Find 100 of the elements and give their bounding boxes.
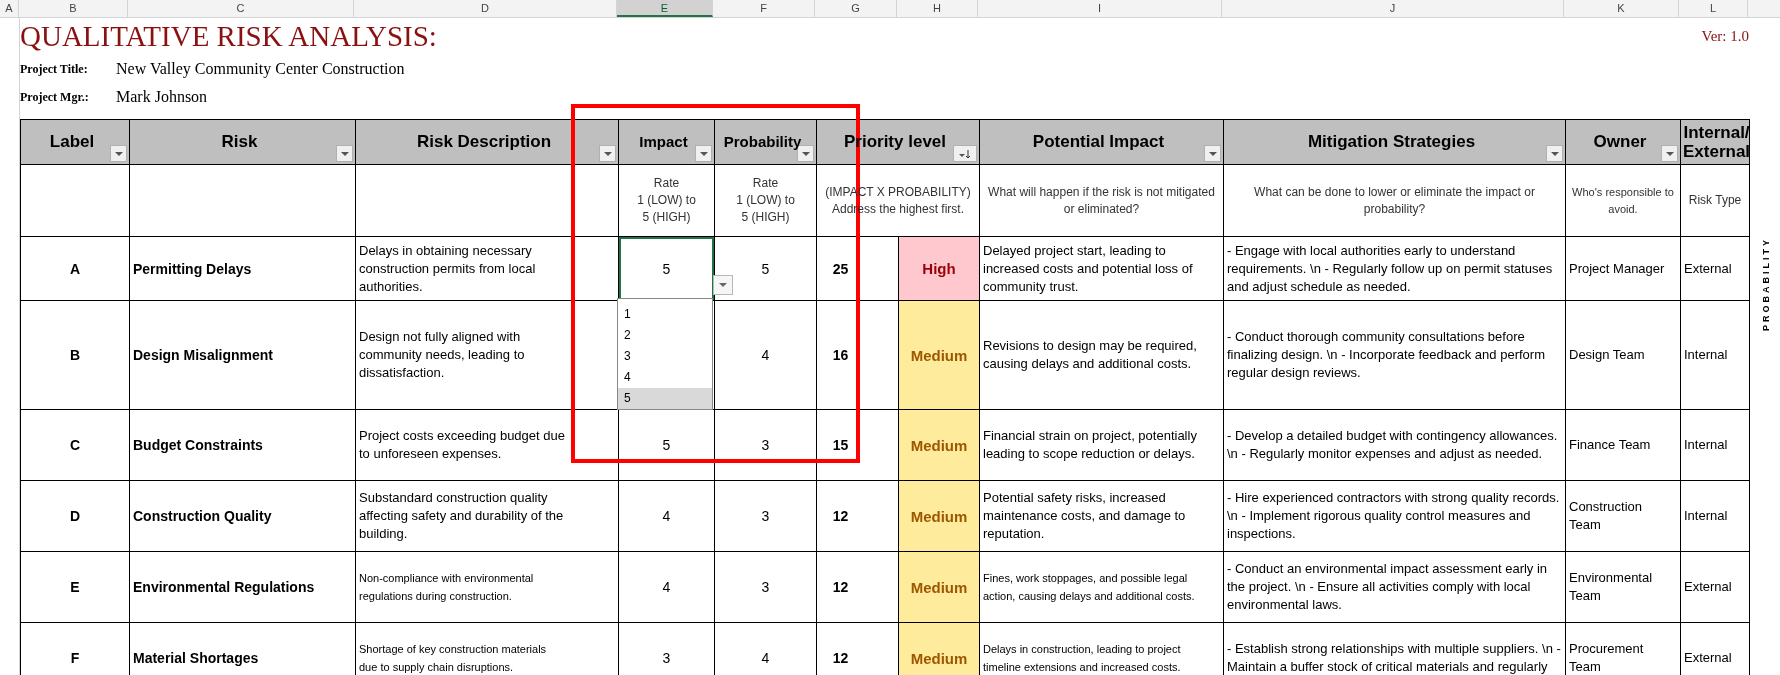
column-letter[interactable]: H	[897, 0, 978, 17]
table-cell: 4	[714, 300, 817, 410]
priority-cell: Medium	[898, 300, 980, 410]
table-cell: Internal	[1680, 300, 1750, 410]
table-cell: - Engage with local authorities early to understand requirements. \n - Regularly follow up on permit statuses and adjust schedule as needed.	[1223, 236, 1566, 301]
column-letter[interactable]: B	[19, 0, 128, 17]
table-cell: External	[1680, 551, 1750, 623]
column-header: Internal/ External	[1680, 119, 1750, 165]
table-cell: - Conduct an environmental impact assessment early in the project. \n - Ensure all activities comply with local environmental laws.	[1223, 551, 1566, 623]
filter-button[interactable]	[110, 145, 127, 162]
filter-button[interactable]	[1546, 145, 1563, 162]
column-letter[interactable]: F	[713, 0, 815, 17]
table-cell: Environmental Team	[1565, 551, 1681, 623]
table-cell: Project Manager	[1565, 236, 1681, 301]
sort-filter-button[interactable]	[953, 145, 977, 162]
column-header: Risk Description	[355, 119, 619, 165]
field-value: Mark Johnson	[116, 88, 208, 106]
table-cell: B	[20, 300, 130, 410]
priority-cell: Medium	[898, 622, 980, 675]
table-cell: Finance Team	[1565, 409, 1681, 481]
table-cell: External	[1680, 236, 1750, 301]
table-cell: Potential safety risks, increased maintenance costs, and damage to reputation.	[979, 480, 1224, 552]
column-note: Rate 1 (LOW) to 5 (HIGH)	[736, 176, 795, 224]
column-letter[interactable]: G	[815, 0, 897, 17]
field-value: New Valley Community Center Construction	[116, 60, 405, 78]
table-cell: Non-compliance with environmental regulations during construction.	[355, 551, 619, 623]
column-header: Impact	[618, 119, 715, 165]
table-cell: Construction Team	[1565, 480, 1681, 552]
column-header: Label	[20, 119, 130, 165]
table-cell: Construction Quality	[129, 480, 356, 552]
table-cell: Delayed project start, leading to increased costs and potential loss of community trust.	[979, 236, 1224, 301]
table-cell: Revisions to design may be required, causing delays and additional costs.	[979, 300, 1224, 410]
field-label: Project Title:	[20, 61, 89, 77]
table-cell: Substandard construction quality affecting safety and durability of the building.	[355, 480, 619, 552]
table-cell: Financial strain on project, potentially leading to scope reduction or delays.	[979, 409, 1224, 481]
priority-cell: Medium	[898, 409, 980, 481]
column-letter[interactable]: E	[617, 0, 713, 17]
table-cell: 12	[816, 480, 899, 552]
field-label: Project Mgr.:	[20, 89, 90, 105]
filter-button[interactable]	[1204, 145, 1221, 162]
column-note: Who's responsible to avoid.	[1572, 185, 1674, 215]
column-letter[interactable]: L	[1679, 0, 1748, 17]
column-letter[interactable]: J	[1222, 0, 1564, 17]
table-cell: Internal	[1680, 480, 1750, 552]
dropdown-button[interactable]	[713, 275, 733, 295]
column-note: Risk Type	[1688, 193, 1742, 207]
column-letter[interactable]: A	[0, 0, 19, 17]
table-cell: A	[20, 236, 130, 301]
filter-button[interactable]	[599, 145, 616, 162]
table-cell: Design Team	[1565, 300, 1681, 410]
dropdown-option[interactable]: 4	[618, 367, 712, 388]
table-cell[interactable]: 4	[618, 480, 715, 552]
column-note: What can be done to lower or eliminate the impact or probability?	[1254, 184, 1535, 216]
filter-button[interactable]	[695, 145, 712, 162]
table-cell: 25	[816, 236, 899, 301]
table-cell: - Develop a detailed budget with contingency allowances. \n - Regularly monitor expenses and adjust as needed.	[1223, 409, 1566, 481]
table-cell: 15	[816, 409, 899, 481]
caret-icon	[1550, 151, 1559, 156]
table-cell: Design Misalignment	[129, 300, 356, 410]
table-cell: - Hire experienced contractors with strong quality records. \n - Implement rigorous quality control measures and inspections.	[1223, 480, 1566, 552]
column-header: Mitigation Strategies	[1223, 119, 1566, 165]
table-cell: Environmental Regulations	[129, 551, 356, 623]
caret-icon	[340, 151, 349, 156]
version-label: Ver: 1.0	[1701, 28, 1749, 45]
table-cell: - Conduct thorough community consultations before finalizing design. \n - Incorporate feedback and perform regular design reviews.	[1223, 300, 1566, 410]
dropdown-option[interactable]: 3	[618, 346, 712, 367]
filter-button[interactable]	[336, 145, 353, 162]
sort-caret-icon	[959, 148, 971, 159]
caret-icon	[1208, 151, 1217, 156]
caret-icon	[1665, 151, 1674, 156]
caret-icon	[603, 151, 612, 156]
table-cell: Delays in obtaining necessary construction permits from local authorities.	[355, 236, 619, 301]
column-note: Rate 1 (LOW) to 5 (HIGH)	[637, 176, 696, 224]
caret-icon	[699, 151, 708, 156]
column-header: Probability	[714, 119, 817, 165]
column-header: Potential Impact	[979, 119, 1224, 165]
column-letter[interactable]: K	[1564, 0, 1679, 17]
table-cell: Fines, work stoppages, and possible legal action, causing delays and additional costs.	[979, 551, 1224, 623]
table-cell: 12	[816, 551, 899, 623]
priority-cell: Medium	[898, 551, 980, 623]
column-letter[interactable]: I	[978, 0, 1222, 17]
column-letter[interactable]: C	[128, 0, 354, 17]
table-cell[interactable]: 4	[618, 551, 715, 623]
caret-icon	[719, 283, 727, 287]
table-cell: 16	[816, 300, 899, 410]
caret-icon	[114, 151, 123, 156]
column-note: What will happen if the risk is not mitigated or eliminated?	[988, 184, 1215, 216]
table-cell: Permitting Delays	[129, 236, 356, 301]
caret-icon	[801, 151, 810, 156]
dropdown-option[interactable]: 1	[618, 304, 712, 325]
table-cell: D	[20, 480, 130, 552]
dropdown-option[interactable]: 5	[618, 388, 712, 409]
sheet-title: QUALITATIVE RISK ANALYSIS:	[20, 19, 437, 54]
side-label: PROBABILITY	[1761, 237, 1771, 331]
table-cell: 3	[714, 480, 817, 552]
dropdown-option[interactable]: 2	[618, 325, 712, 346]
table-cell: C	[20, 409, 130, 481]
column-header: Risk	[129, 119, 356, 165]
filter-button[interactable]	[1661, 145, 1678, 162]
table-cell: 3	[714, 551, 817, 623]
